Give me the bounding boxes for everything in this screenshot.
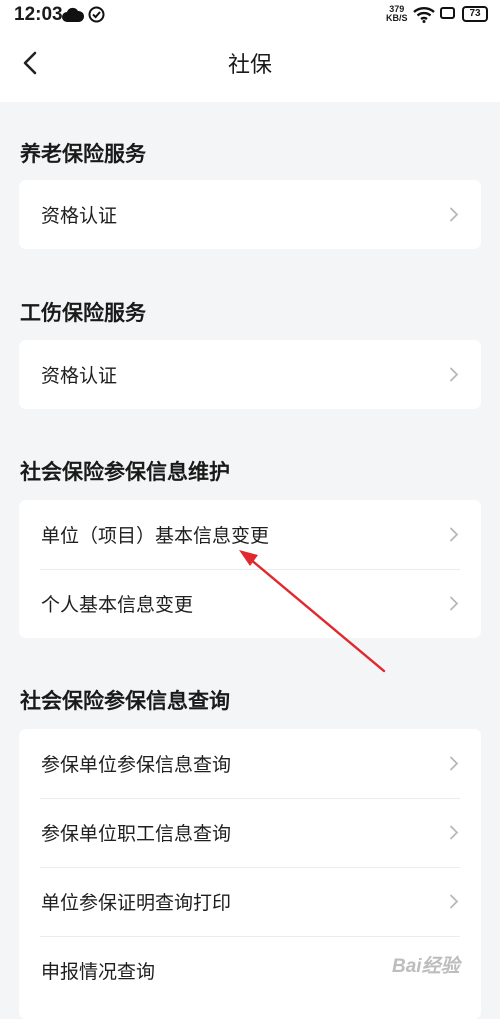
chevron-right-icon — [450, 367, 459, 382]
chevron-right-icon — [450, 756, 459, 771]
section-title-injury: 工伤保险服务 — [20, 301, 146, 325]
list-item-unit-insurance-query[interactable]: 参保单位参保信息查询 — [19, 729, 481, 798]
chevron-right-icon — [450, 894, 459, 909]
card-injury: 资格认证 — [19, 340, 481, 409]
list-item-label: 个人基本信息变更 — [41, 594, 194, 616]
list-item-label: 资格认证 — [41, 365, 118, 387]
network-speed-unit: KB/S — [386, 13, 408, 23]
list-item-unit-info-change[interactable]: 单位（项目）基本信息变更 — [19, 500, 481, 569]
chevron-right-icon — [450, 596, 459, 611]
chevron-right-icon — [450, 825, 459, 840]
card-info-maintenance: 单位（项目）基本信息变更 个人基本信息变更 — [19, 500, 481, 638]
network-speed: 379 KB/S — [386, 5, 408, 23]
watermark-logo: Bai经验 — [392, 956, 460, 977]
chevron-right-icon — [450, 207, 459, 222]
card-pension: 资格认证 — [19, 180, 481, 249]
list-item-certificate-print[interactable]: 单位参保证明查询打印 — [19, 867, 481, 936]
status-time: 12:03 — [14, 4, 63, 25]
list-item-label: 资格认证 — [41, 205, 118, 227]
list-item-label: 单位（项目）基本信息变更 — [41, 525, 270, 547]
list-item-label: 参保单位职工信息查询 — [41, 823, 232, 845]
list-item-personal-info-change[interactable]: 个人基本信息变更 — [19, 569, 481, 638]
cloud-icon — [62, 7, 85, 27]
section-title-info-maintenance: 社会保险参保信息维护 — [20, 460, 230, 484]
list-item-label: 单位参保证明查询打印 — [41, 892, 232, 914]
page-title: 社保 — [227, 53, 272, 78]
list-item-injury-qualification[interactable]: 资格认证 — [19, 340, 481, 409]
check-circle-icon — [88, 6, 105, 27]
nav-bar: 社保 — [0, 30, 500, 102]
list-item-label: 参保单位参保信息查询 — [41, 754, 232, 776]
screen-icon — [440, 7, 455, 19]
list-item-pension-qualification[interactable]: 资格认证 — [19, 180, 481, 249]
chevron-right-icon — [450, 527, 459, 542]
battery-indicator: 73 — [462, 6, 488, 22]
status-bar: 12:03 379 KB/S 73 — [0, 0, 500, 30]
list-item-unit-employee-query[interactable]: 参保单位职工信息查询 — [19, 798, 481, 867]
section-title-info-query: 社会保险参保信息查询 — [20, 689, 230, 713]
list-item-label: 申报情况查询 — [41, 961, 156, 983]
wifi-icon — [413, 6, 435, 27]
section-title-pension: 养老保险服务 — [20, 142, 146, 166]
